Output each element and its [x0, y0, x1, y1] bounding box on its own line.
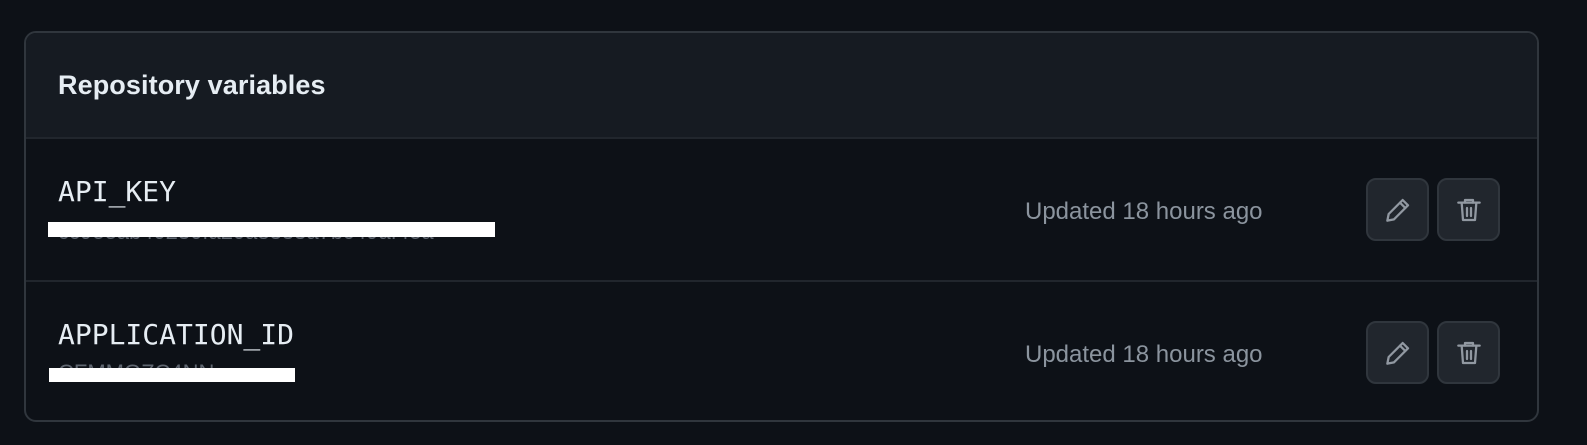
repository-variables-panel: Repository variables API_KEY cc9eeab4023…	[24, 31, 1539, 422]
variable-name: APPLICATION_ID	[58, 318, 295, 351]
trash-icon	[1453, 194, 1485, 226]
pencil-icon	[1382, 194, 1414, 226]
variable-row-application-id: APPLICATION_ID CFMMGZC4NN Updated 18 hou…	[26, 280, 1537, 420]
variable-name: API_KEY	[58, 175, 177, 208]
redaction-bar	[49, 368, 295, 382]
delete-variable-button[interactable]	[1437, 178, 1500, 241]
updated-timestamp: Updated 18 hours ago	[1025, 341, 1263, 368]
panel-header: Repository variables	[26, 33, 1537, 139]
edit-variable-button[interactable]	[1366, 321, 1429, 384]
variable-row-api-key: API_KEY cc9eeab40230fa20a8333a7bc49af4ea…	[26, 139, 1537, 280]
panel-title: Repository variables	[58, 70, 326, 100]
pencil-icon	[1382, 337, 1414, 369]
updated-timestamp: Updated 18 hours ago	[1025, 198, 1263, 225]
edit-variable-button[interactable]	[1366, 178, 1429, 241]
delete-variable-button[interactable]	[1437, 321, 1500, 384]
redaction-bar	[48, 222, 495, 237]
trash-icon	[1453, 337, 1485, 369]
